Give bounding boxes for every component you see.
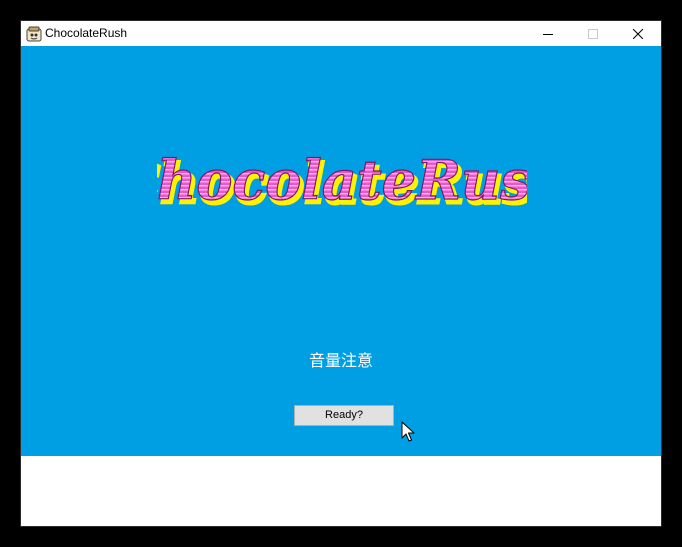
app-window: ChocolateRush Choco [20, 20, 662, 527]
game-canvas[interactable]: ChocolateRush ChocolateRush 音量注意 Ready? [21, 46, 661, 456]
maximize-button[interactable] [570, 21, 615, 46]
ready-button[interactable]: Ready? [294, 405, 394, 426]
minimize-button[interactable] [525, 21, 570, 46]
minimize-icon [542, 33, 553, 35]
logo-text: ChocolateRush [157, 148, 527, 212]
mouse-pointer-icon [401, 421, 415, 442]
maximize-icon [587, 28, 598, 39]
close-button[interactable] [615, 21, 660, 46]
game-app-icon [26, 26, 42, 42]
volume-warning: 音量注意 [308, 351, 373, 370]
window-title: ChocolateRush [45, 26, 128, 40]
title-bar[interactable]: ChocolateRush [21, 21, 661, 46]
close-icon [632, 28, 643, 39]
game-logo: ChocolateRush ChocolateRush [157, 147, 527, 217]
bottom-panel [21, 456, 661, 526]
